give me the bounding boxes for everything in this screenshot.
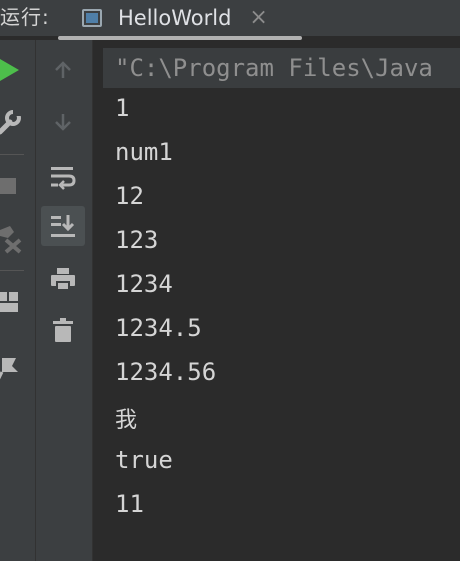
title-bar: 运行: HelloWorld × [0, 0, 460, 40]
separator [0, 154, 24, 155]
pin-icon [0, 358, 18, 380]
output-line: 1234.56 [115, 358, 217, 386]
tab-helloworld[interactable]: HelloWorld × [72, 0, 304, 36]
scroll-to-end-icon [51, 215, 75, 237]
command-text: "C:\Program Files\Java [115, 54, 433, 82]
rerun-button[interactable] [0, 50, 30, 84]
restore-layout-button[interactable] [0, 286, 30, 320]
scroll-to-end-button[interactable] [41, 206, 85, 246]
command-line: "C:\Program Files\Java [103, 48, 460, 88]
arrow-up-icon [55, 61, 71, 78]
output-line: 1234 [115, 270, 173, 298]
soft-wrap-icon [51, 167, 76, 190]
layout-icon [0, 292, 18, 312]
run-toolbar [0, 40, 36, 561]
stop-all-button[interactable] [0, 222, 30, 256]
previous-occurrence-button[interactable] [41, 50, 85, 90]
print-icon [51, 268, 75, 291]
arrow-down-icon [55, 114, 71, 131]
cancel-icon [0, 226, 22, 254]
settings-button[interactable] [0, 104, 30, 138]
separator [0, 270, 24, 271]
output-line: 123 [115, 226, 159, 254]
output-line: 11 [115, 490, 144, 518]
output-line: 我 [115, 408, 138, 433]
trash-icon [53, 318, 73, 342]
wrench-icon [0, 108, 21, 135]
tab-title: HelloWorld [118, 6, 232, 30]
output-line: 1 [115, 94, 130, 122]
pin-tab-button[interactable] [0, 350, 30, 384]
close-icon[interactable]: × [249, 7, 267, 29]
output-line: 1234.5 [115, 314, 202, 342]
console-window-icon [82, 9, 102, 27]
console-toolbar [36, 40, 93, 561]
clear-all-button[interactable] [41, 310, 85, 350]
stop-button[interactable] [0, 170, 30, 204]
stop-icon [0, 178, 16, 194]
output-line: true [115, 446, 173, 474]
console-output[interactable]: "C:\Program Files\Java 1 num1 12 123 123… [93, 40, 460, 561]
print-button[interactable] [41, 259, 85, 299]
output-line: 12 [115, 182, 144, 210]
run-icon [0, 59, 19, 81]
soft-wrap-button[interactable] [41, 157, 85, 197]
next-occurrence-button[interactable] [41, 102, 85, 142]
run-label: 运行: [0, 5, 50, 29]
output-line: num1 [115, 138, 173, 166]
